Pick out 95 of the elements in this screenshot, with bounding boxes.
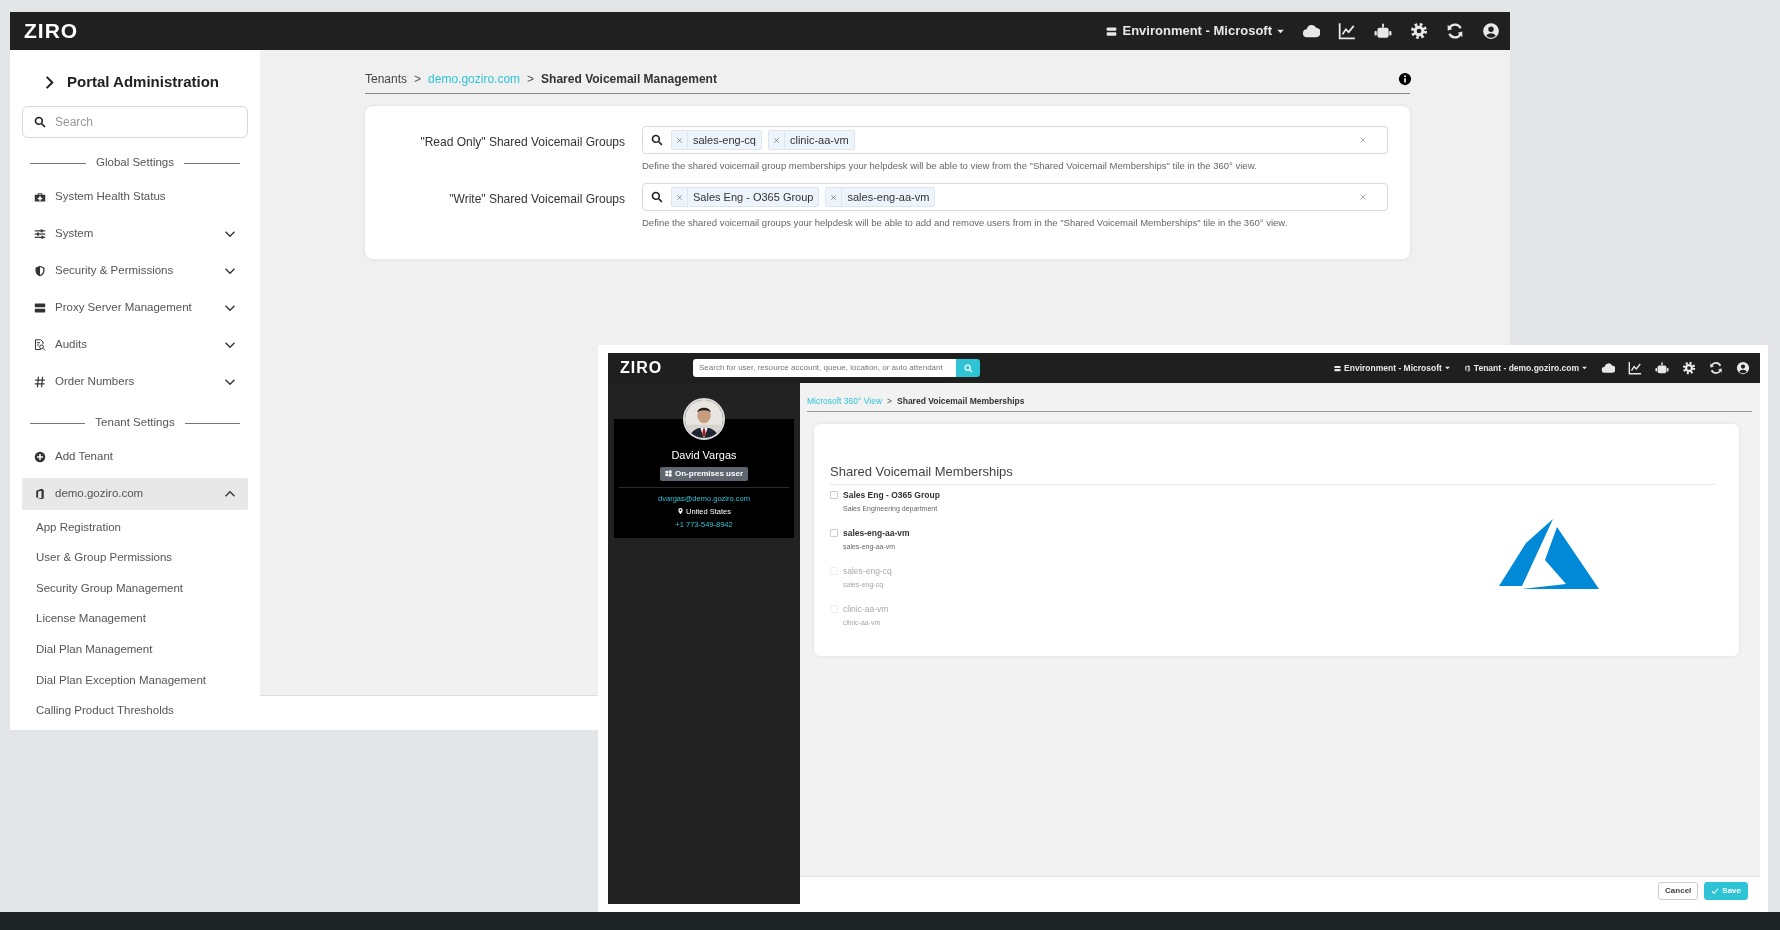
user-icon[interactable] xyxy=(1482,22,1500,40)
close-icon xyxy=(830,193,838,201)
membership-name: sales-eng-cq xyxy=(843,564,892,578)
breadcrumb-separator: > xyxy=(414,70,422,88)
sidebar-item-label: Security & Permissions xyxy=(55,263,175,279)
sidebar-item[interactable]: demo.goziro.com xyxy=(22,478,248,510)
sidebar-item-label: Proxy Server Management xyxy=(55,300,193,316)
window-icon xyxy=(665,470,672,477)
sidebar-item-label: Audits xyxy=(55,337,88,353)
field-label: "Read Only" Shared Voicemail Groups xyxy=(419,134,625,151)
membership-name: clinic-aa-vm xyxy=(843,602,889,616)
caret-icon xyxy=(1444,366,1450,370)
breadcrumb-separator: > xyxy=(887,395,893,408)
breadcrumb-current: Shared Voicemail Management xyxy=(541,70,717,88)
medical-kit-icon xyxy=(34,191,46,203)
logo[interactable]: ZIRO xyxy=(620,356,693,380)
robot-icon[interactable] xyxy=(1655,361,1669,375)
tag-label: clinic-aa-vm xyxy=(789,132,850,148)
user-icon[interactable] xyxy=(1736,361,1750,375)
tenant-menu[interactable]: Tenant - demo.goziro.com xyxy=(1463,361,1587,375)
search-field[interactable]: Search xyxy=(22,106,248,138)
settings-icon[interactable] xyxy=(1410,22,1428,40)
hash-icon xyxy=(34,376,46,388)
close-icon xyxy=(676,136,683,144)
submenu-link[interactable]: Dial Plan Management xyxy=(22,635,248,663)
search-icon xyxy=(963,363,973,373)
server-icon xyxy=(1334,364,1342,372)
environment-menu[interactable]: Environment - Microsoft xyxy=(1106,21,1284,41)
checkbox[interactable] xyxy=(830,490,838,499)
robot-icon[interactable] xyxy=(1374,22,1392,40)
field-label: "Write" Shared Voicemail Groups xyxy=(448,191,625,209)
chart-icon[interactable] xyxy=(1338,22,1356,40)
door-icon xyxy=(1463,364,1471,372)
tag-label: sales-eng-aa-vm xyxy=(846,190,931,205)
field-hint: Define the shared voicemail group memberships your helpdesk will be able to view from the "Shared Voicemail Memberships" tile in the 360° view. xyxy=(642,159,1258,173)
sidebar-item[interactable]: Order Numbers xyxy=(22,366,248,398)
refresh-icon[interactable] xyxy=(1446,22,1464,40)
sidebar-item[interactable]: Proxy Server Management xyxy=(22,292,248,324)
cloud-icon[interactable] xyxy=(1302,22,1320,40)
user-type-label: On-premises user xyxy=(675,467,743,480)
door-icon xyxy=(34,488,46,500)
sidebar-item[interactable]: System xyxy=(22,218,248,250)
cancel-button[interactable]: Cancel xyxy=(1658,881,1699,900)
submenu-link[interactable]: User & Group Permissions xyxy=(22,544,248,572)
sidebar-item-label: Order Numbers xyxy=(55,374,136,390)
location-pin-icon xyxy=(677,507,684,516)
refresh-icon[interactable] xyxy=(1709,361,1723,375)
cloud-icon[interactable] xyxy=(1601,361,1615,375)
card-title: Shared Voicemail Memberships xyxy=(830,462,1715,485)
sidebar-item[interactable]: System Health Status xyxy=(22,181,248,213)
submenu-link[interactable]: License Management xyxy=(22,605,248,633)
breadcrumb-current: Shared Voicemail Memberships xyxy=(897,395,1025,408)
sidebar-item[interactable]: Add Tenant xyxy=(22,441,248,473)
check-icon xyxy=(1711,886,1720,895)
sidebar-title: Portal Administration xyxy=(67,72,219,93)
server-icon xyxy=(1106,25,1118,37)
submenu-link[interactable]: Security Group Management xyxy=(22,574,248,602)
close-icon xyxy=(676,193,683,201)
caret-icon xyxy=(1277,28,1284,34)
membership-name: sales-eng-aa-vm xyxy=(843,526,910,540)
breadcrumb-separator: > xyxy=(527,70,535,88)
logo[interactable]: ZIRO xyxy=(24,15,79,47)
submenu-link[interactable]: App Registration xyxy=(22,513,248,541)
sidebar-item[interactable]: Audits xyxy=(22,329,248,361)
document-search-icon xyxy=(34,339,46,351)
user-name: David Vargas xyxy=(671,448,737,463)
settings-icon[interactable] xyxy=(1682,361,1696,375)
sidebar-item[interactable]: Security & Permissions xyxy=(22,255,248,287)
sidebar-item-label: System Health Status xyxy=(55,189,167,205)
shield-icon xyxy=(34,265,46,277)
submenu-link[interactable]: Calling Product Thresholds xyxy=(22,697,248,725)
sidebar-item-label: demo.goziro.com xyxy=(55,486,145,502)
sliders-icon xyxy=(34,228,46,240)
tag-label: Sales Eng - O365 Group xyxy=(692,190,815,205)
tag-label: sales-eng-cq xyxy=(692,132,757,148)
sidebar-item-label: System xyxy=(55,226,95,242)
search-icon xyxy=(651,134,663,146)
search-field[interactable]: Search for user, resource account, queue, location, or auto attendant xyxy=(693,359,958,377)
add-icon xyxy=(34,451,46,463)
section-heading: Tenant Settings xyxy=(95,415,175,431)
sidebar-item-label: Add Tenant xyxy=(55,449,114,465)
membership-name: Sales Eng - O365 Group xyxy=(843,488,940,502)
chart-icon[interactable] xyxy=(1628,361,1642,375)
environment-menu[interactable]: Environment - Microsoft xyxy=(1334,361,1450,375)
search-icon xyxy=(34,116,46,128)
submenu-link[interactable]: Dial Plan Exception Management xyxy=(22,666,248,694)
caret-icon xyxy=(1582,366,1587,370)
checkbox[interactable] xyxy=(830,528,838,537)
server-icon xyxy=(34,302,46,314)
info-icon[interactable] xyxy=(1398,71,1412,86)
close-icon xyxy=(773,136,780,144)
breadcrumb-link[interactable]: Tenants xyxy=(365,69,408,88)
field-hint: Define the shared voicemail groups your helpdesk will be able to add and remove users from in the "Shared Voicemail Memberships" tile in the 360° view. xyxy=(642,216,1289,231)
section-heading: Global Settings xyxy=(96,155,174,171)
search-icon xyxy=(651,191,663,204)
